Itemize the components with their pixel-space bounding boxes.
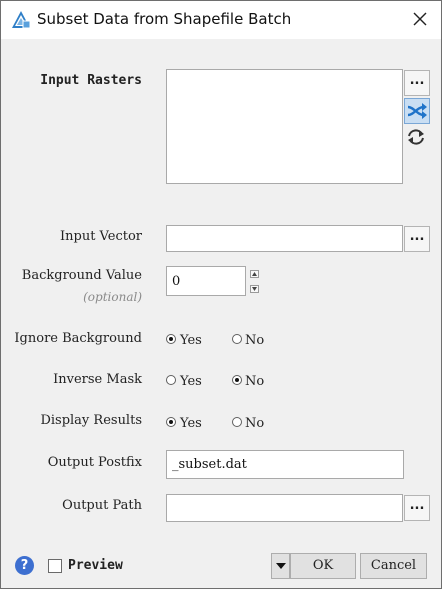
inverse-mask-no-radio[interactable] — [232, 375, 242, 385]
output-postfix-input[interactable] — [167, 451, 403, 478]
refresh-button[interactable] — [404, 125, 430, 151]
input-rasters-browse-button[interactable]: ... — [404, 70, 430, 96]
output-path-field[interactable] — [166, 494, 403, 522]
envi-triangle-icon — [11, 10, 31, 30]
ok-button[interactable]: OK — [290, 553, 356, 579]
ignore-background-yes-label: Yes — [180, 333, 202, 348]
display-results-no-radio[interactable] — [232, 417, 242, 427]
triangle-down-icon — [252, 287, 257, 291]
window-title: Subset Data from Shapefile Batch — [37, 10, 292, 28]
shuffle-button[interactable] — [404, 98, 430, 124]
background-value-field[interactable] — [166, 266, 246, 296]
close-button[interactable] — [405, 7, 435, 33]
background-value-label: Background Value — [21, 268, 142, 283]
shuffle-icon — [407, 103, 427, 119]
input-vector-label: Input Vector — [60, 229, 142, 244]
background-value-optional: (optional) — [83, 290, 142, 304]
triangle-up-icon — [252, 272, 257, 276]
ignore-background-label: Ignore Background — [14, 331, 142, 346]
display-results-no-label: No — [245, 416, 265, 431]
close-icon — [413, 12, 427, 26]
input-vector-input[interactable] — [167, 226, 402, 251]
input-rasters-label: Input Rasters — [40, 73, 142, 88]
spin-up-button[interactable] — [250, 270, 259, 278]
output-path-label: Output Path — [62, 498, 142, 513]
preview-label: Preview — [68, 558, 123, 573]
ignore-background-no-label: No — [245, 333, 265, 348]
display-results-label: Display Results — [40, 413, 142, 428]
inverse-mask-label: Inverse Mask — [53, 372, 142, 387]
input-vector-field[interactable] — [166, 225, 403, 252]
output-path-browse-button[interactable]: ... — [404, 495, 430, 521]
ignore-background-yes-radio[interactable] — [166, 334, 176, 344]
refresh-icon — [408, 129, 424, 145]
output-path-input[interactable] — [167, 495, 402, 521]
inverse-mask-no-label: No — [245, 374, 265, 389]
background-value-input[interactable] — [167, 267, 245, 295]
display-results-yes-label: Yes — [180, 416, 202, 431]
spin-down-button[interactable] — [250, 285, 259, 293]
input-vector-browse-button[interactable]: ... — [404, 226, 430, 252]
chevron-down-icon — [275, 563, 286, 569]
help-icon[interactable]: ? — [15, 556, 34, 575]
input-rasters-list[interactable] — [166, 69, 403, 184]
output-postfix-field[interactable] — [166, 450, 404, 479]
cancel-button[interactable]: Cancel — [360, 553, 427, 579]
display-results-yes-radio[interactable] — [166, 417, 176, 427]
ignore-background-no-radio[interactable] — [232, 334, 242, 344]
inverse-mask-yes-label: Yes — [180, 374, 202, 389]
output-postfix-label: Output Postfix — [47, 455, 142, 470]
inverse-mask-yes-radio[interactable] — [166, 375, 176, 385]
dropdown-button[interactable] — [271, 553, 290, 579]
title-bar: Subset Data from Shapefile Batch — [1, 1, 441, 39]
preview-checkbox[interactable] — [48, 559, 62, 573]
